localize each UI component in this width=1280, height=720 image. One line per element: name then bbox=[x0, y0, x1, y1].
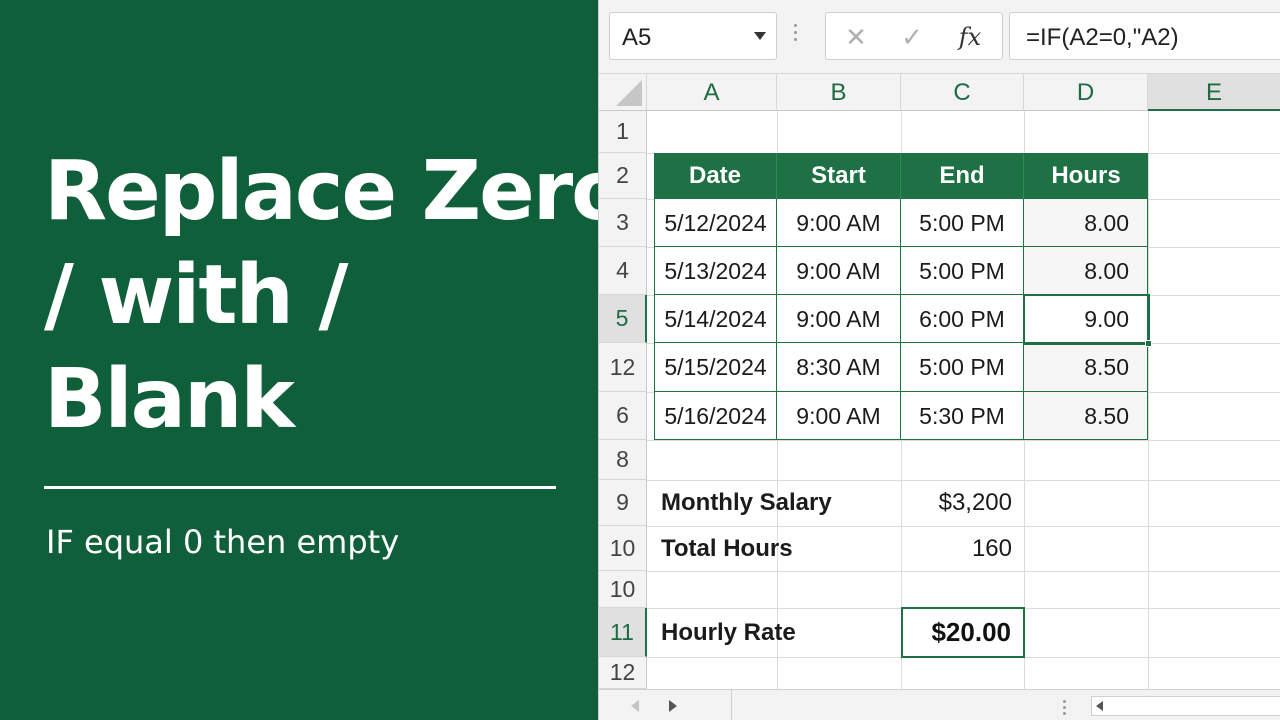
select-all-button[interactable] bbox=[599, 74, 647, 111]
table-header-end[interactable]: End bbox=[901, 153, 1024, 199]
gridline bbox=[1148, 111, 1149, 689]
formula-text: =IF(A2=0,"A2) bbox=[1026, 24, 1179, 51]
monthly-salary-value[interactable]: $3,200 bbox=[901, 489, 1012, 517]
row-header[interactable]: 10 bbox=[599, 526, 647, 571]
gridline bbox=[647, 440, 1280, 441]
hourly-rate-label[interactable]: Hourly Rate bbox=[661, 619, 796, 647]
banner-title-line: Blank bbox=[44, 352, 295, 447]
row-header[interactable]: 4 bbox=[599, 247, 647, 295]
horizontal-scrollbar[interactable] bbox=[1091, 696, 1280, 716]
total-hours-value[interactable]: 160 bbox=[901, 535, 1012, 563]
more-icon[interactable] bbox=[1063, 700, 1066, 718]
table-cell-hours[interactable]: 8.50 bbox=[1024, 343, 1148, 392]
title-banner: Replace Zero / with / Blank IF equal 0 t… bbox=[0, 0, 628, 720]
column-header-d[interactable]: D bbox=[1024, 74, 1148, 111]
banner-title: Replace Zero / with / Blank bbox=[44, 140, 628, 452]
total-hours-label[interactable]: Total Hours bbox=[661, 535, 793, 563]
table-cell-date[interactable]: 5/16/2024 bbox=[654, 392, 777, 440]
hourly-rate-value[interactable]: $20.00 bbox=[901, 607, 1025, 658]
insert-function-icon[interactable]: fx bbox=[952, 21, 988, 53]
row-header[interactable]: 12 bbox=[599, 657, 647, 689]
row-header[interactable]: 9 bbox=[599, 480, 647, 526]
spreadsheet: A5 ✕ ✓ fx =IF(A2=0,"A2) A B C D E 1 2 3 … bbox=[598, 0, 1280, 720]
row-header[interactable]: 10 bbox=[599, 571, 647, 608]
selected-cell-outline bbox=[1023, 294, 1150, 345]
formula-bar: A5 ✕ ✓ fx =IF(A2=0,"A2) bbox=[599, 0, 1280, 74]
banner-divider bbox=[44, 486, 556, 489]
enter-icon[interactable]: ✓ bbox=[894, 21, 930, 53]
select-all-icon bbox=[616, 80, 642, 106]
table-cell-end[interactable]: 5:00 PM bbox=[901, 199, 1024, 247]
banner-title-line: / with / bbox=[44, 248, 348, 343]
table-cell-start[interactable]: 9:00 AM bbox=[777, 295, 901, 343]
table-cell-start[interactable]: 8:30 AM bbox=[777, 343, 901, 392]
table-cell-end[interactable]: 6:00 PM bbox=[901, 295, 1024, 343]
table-cell-hours[interactable]: 8.00 bbox=[1024, 247, 1148, 295]
more-icon[interactable] bbox=[794, 24, 798, 45]
table-cell-start[interactable]: 9:00 AM bbox=[777, 199, 901, 247]
table-cell-start[interactable]: 9:00 AM bbox=[777, 392, 901, 440]
column-header-e[interactable]: E bbox=[1148, 74, 1280, 111]
row-header[interactable]: 12 bbox=[599, 343, 647, 392]
scroll-left-icon[interactable] bbox=[631, 700, 639, 712]
table-cell-date[interactable]: 5/15/2024 bbox=[654, 343, 777, 392]
table-cell-end[interactable]: 5:30 PM bbox=[901, 392, 1024, 440]
chevron-down-icon[interactable] bbox=[754, 32, 766, 40]
banner-subtitle: IF equal 0 then empty bbox=[46, 523, 400, 561]
gridline bbox=[647, 480, 1280, 481]
name-box-value: A5 bbox=[622, 24, 652, 51]
table-header-date[interactable]: Date bbox=[654, 153, 777, 199]
row-header[interactable]: 6 bbox=[599, 392, 647, 440]
column-header-c[interactable]: C bbox=[901, 74, 1024, 111]
row-header-active[interactable]: 11 bbox=[599, 608, 647, 657]
row-header[interactable]: 8 bbox=[599, 440, 647, 480]
table-cell-end[interactable]: 5:00 PM bbox=[901, 247, 1024, 295]
gridline bbox=[647, 526, 1280, 527]
cancel-icon[interactable]: ✕ bbox=[838, 21, 874, 53]
monthly-salary-label[interactable]: Monthly Salary bbox=[661, 489, 832, 517]
table-header-hours[interactable]: Hours bbox=[1024, 153, 1148, 199]
row-header[interactable]: 1 bbox=[599, 111, 647, 153]
table-cell-date[interactable]: 5/12/2024 bbox=[654, 199, 777, 247]
scroll-left-icon[interactable] bbox=[1096, 701, 1103, 711]
sheet-navigation-bar bbox=[599, 689, 1280, 720]
table-cell-date[interactable]: 5/14/2024 bbox=[654, 295, 777, 343]
gridline bbox=[647, 571, 1280, 572]
table-cell-end[interactable]: 5:00 PM bbox=[901, 343, 1024, 392]
table-header-start[interactable]: Start bbox=[777, 153, 901, 199]
row-header-active[interactable]: 5 bbox=[599, 295, 647, 343]
divider bbox=[731, 690, 732, 720]
column-header-b[interactable]: B bbox=[777, 74, 901, 111]
column-header-a[interactable]: A bbox=[647, 74, 777, 111]
formula-buttons: ✕ ✓ fx bbox=[825, 12, 1003, 60]
table-cell-date[interactable]: 5/13/2024 bbox=[654, 247, 777, 295]
table-cell-start[interactable]: 9:00 AM bbox=[777, 247, 901, 295]
formula-input[interactable]: =IF(A2=0,"A2) bbox=[1009, 12, 1280, 60]
name-box[interactable]: A5 bbox=[609, 12, 777, 60]
row-header[interactable]: 3 bbox=[599, 199, 647, 247]
table-cell-hours[interactable]: 8.00 bbox=[1024, 199, 1148, 247]
fill-handle[interactable] bbox=[1145, 340, 1152, 347]
scroll-right-icon[interactable] bbox=[669, 700, 677, 712]
table-cell-hours[interactable]: 8.50 bbox=[1024, 392, 1148, 440]
banner-title-line: Replace Zero bbox=[44, 144, 628, 239]
row-header[interactable]: 2 bbox=[599, 153, 647, 199]
